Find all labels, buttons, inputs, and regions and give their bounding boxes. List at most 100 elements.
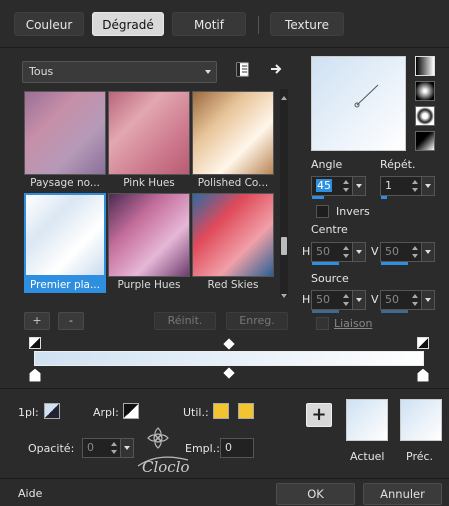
swatch-label: Pink Hues — [123, 177, 175, 189]
swatch-scrollbar[interactable] — [280, 89, 288, 298]
chevron-down-icon[interactable] — [352, 243, 365, 261]
link-checkbox[interactable] — [316, 317, 329, 330]
source-v-value: 50 — [385, 293, 399, 306]
swatch-red-skies[interactable]: Red Skies — [192, 193, 274, 293]
center-h-label: H — [302, 245, 311, 258]
invert-checkbox[interactable] — [316, 205, 329, 218]
tab-motif[interactable]: Motif — [172, 12, 246, 36]
gradient-swatch-grid: Paysage no... Pink Hues Polished Co... P… — [22, 89, 276, 297]
current-preview[interactable] — [346, 399, 388, 441]
gradient-bar[interactable] — [34, 351, 424, 366]
watermark-logo: Cloclo — [128, 422, 208, 478]
end-color-mode-icon[interactable] — [417, 337, 429, 349]
swatch-paysage[interactable]: Paysage no... — [24, 91, 106, 191]
angle-input[interactable]: 45 — [311, 176, 366, 199]
chevron-down-icon[interactable] — [421, 177, 434, 195]
midpoint-top-marker[interactable] — [223, 338, 235, 350]
midpoint-bottom-marker[interactable] — [223, 367, 235, 379]
first-plan-swatch[interactable] — [44, 403, 60, 419]
invert-label: Invers — [336, 205, 370, 218]
arrow-right-icon[interactable] — [270, 62, 284, 76]
link-label: Liaison — [334, 317, 373, 330]
swatch-label: Polished Co... — [197, 177, 269, 189]
current-label: Actuel — [350, 450, 385, 463]
start-color-mode-icon[interactable] — [29, 337, 41, 349]
tab-couleur[interactable]: Couleur — [14, 12, 84, 36]
spin-arrows-icon[interactable] — [341, 179, 351, 193]
category-select-value: Tous — [29, 65, 54, 78]
swatch-label: Paysage no... — [30, 177, 100, 189]
tab-degrade[interactable]: Dégradé — [92, 12, 164, 36]
util-color-swatch[interactable] — [213, 403, 229, 419]
swatch-preview — [108, 193, 190, 277]
opacity-label: Opacité: — [28, 442, 75, 455]
repeat-slider[interactable] — [381, 196, 387, 199]
source-v-input[interactable]: 50 — [380, 290, 435, 313]
opacity-input[interactable]: 0 — [82, 438, 134, 458]
gradient-preview[interactable] — [311, 56, 406, 151]
repeat-input[interactable]: 1 — [380, 176, 435, 199]
swatch-preview — [24, 91, 106, 175]
library-icon[interactable] — [236, 62, 250, 78]
start-color-stop[interactable] — [28, 367, 42, 383]
swatch-premier-plan[interactable]: Premier pla... — [24, 193, 106, 293]
center-v-slider[interactable] — [381, 262, 408, 265]
empl-input[interactable]: 0 — [220, 438, 254, 458]
chevron-down-icon — [205, 70, 211, 74]
help-link[interactable]: Aide — [18, 487, 42, 500]
chevron-down-icon[interactable] — [352, 291, 365, 309]
first-plan-label: 1pl: — [18, 406, 39, 419]
divider — [0, 388, 449, 389]
end-color-stop[interactable] — [416, 367, 430, 383]
spin-arrows-icon[interactable] — [410, 293, 420, 307]
ok-button[interactable]: OK — [276, 483, 355, 505]
source-v-slider[interactable] — [381, 310, 408, 313]
util-color-swatch-2[interactable] — [238, 403, 254, 419]
center-v-input[interactable]: 50 — [380, 242, 435, 265]
reset-button[interactable]: Réinit. — [154, 312, 216, 330]
source-h-slider[interactable] — [312, 310, 339, 313]
spin-arrows-icon[interactable] — [410, 245, 420, 259]
swatch-purple-hues[interactable]: Purple Hues — [108, 193, 190, 293]
source-h-input[interactable]: 50 — [311, 290, 366, 313]
previous-preview[interactable] — [400, 399, 442, 441]
add-to-palette-button[interactable]: + — [306, 403, 332, 427]
spin-arrows-icon[interactable] — [109, 441, 119, 455]
angle-slider[interactable] — [312, 196, 324, 199]
rectangular-style-button[interactable] — [415, 131, 435, 151]
swatch-label: Purple Hues — [117, 279, 181, 291]
empl-value: 0 — [225, 441, 232, 454]
swatch-polished-copper[interactable]: Polished Co... — [192, 91, 274, 191]
opacity-value: 0 — [87, 441, 94, 454]
tab-texture[interactable]: Texture — [270, 12, 344, 36]
scroll-up-icon[interactable] — [281, 91, 287, 100]
spin-arrows-icon[interactable] — [341, 245, 351, 259]
repeat-label: Répét. — [380, 158, 416, 171]
add-gradient-button[interactable]: + — [24, 312, 50, 330]
chevron-down-icon[interactable] — [421, 291, 434, 309]
radial-style-button[interactable] — [415, 81, 435, 101]
center-h-slider[interactable] — [312, 262, 339, 265]
cancel-button[interactable]: Annuler — [363, 483, 442, 505]
swatch-pink-hues[interactable]: Pink Hues — [108, 91, 190, 191]
spin-arrows-icon[interactable] — [410, 179, 420, 193]
spin-arrows-icon[interactable] — [341, 293, 351, 307]
remove-gradient-button[interactable]: - — [58, 312, 84, 330]
angle-handle-icon — [354, 84, 379, 108]
save-button[interactable]: Enreg. — [226, 312, 288, 330]
chevron-down-icon[interactable] — [421, 243, 434, 261]
angle-label: Angle — [311, 158, 343, 171]
center-h-input[interactable]: 50 — [311, 242, 366, 265]
tab-separator — [258, 16, 259, 34]
background-swatch[interactable] — [123, 403, 139, 419]
scroll-thumb[interactable] — [281, 237, 287, 255]
category-select[interactable]: Tous — [22, 61, 217, 83]
center-v-value: 50 — [385, 245, 399, 258]
focal-style-button[interactable] — [415, 106, 435, 126]
scroll-down-icon[interactable] — [281, 289, 287, 298]
swatch-preview — [24, 193, 106, 277]
tab-bar: Couleur Dégradé Motif Texture — [0, 0, 449, 48]
swatch-preview — [192, 193, 274, 277]
linear-style-button[interactable] — [415, 56, 435, 76]
chevron-down-icon[interactable] — [352, 177, 365, 195]
